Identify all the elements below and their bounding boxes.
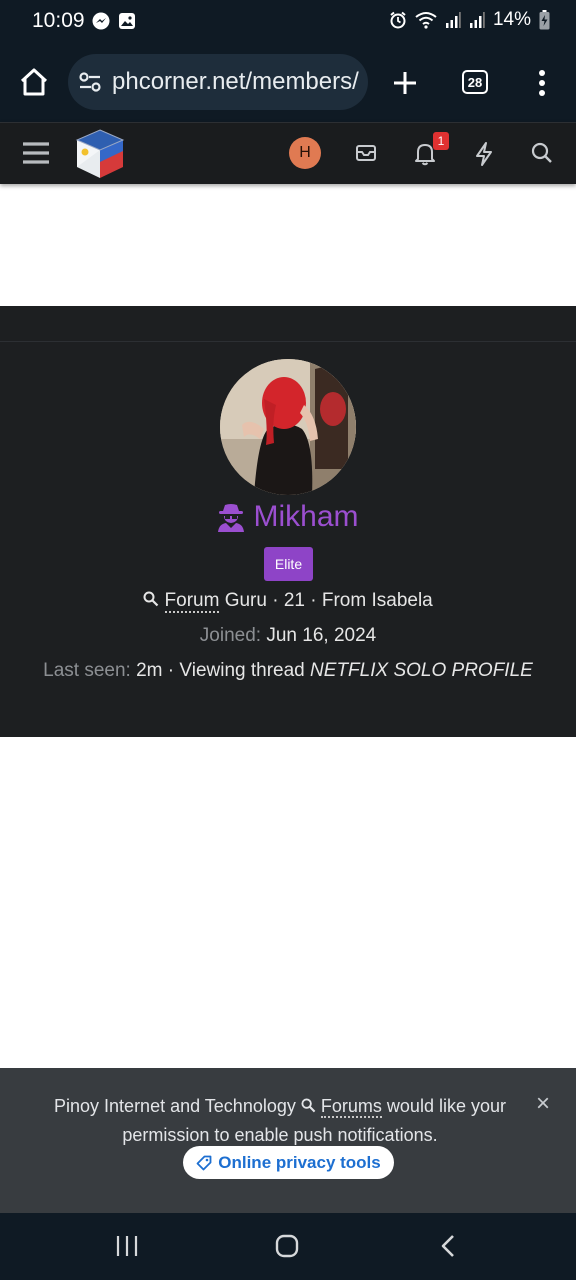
joined-date: Jun 16, 2024 — [266, 625, 377, 646]
activity-text: Viewing thread — [179, 660, 305, 681]
inbox-icon[interactable] — [355, 143, 377, 163]
profile-username[interactable]: Mikham — [253, 500, 358, 534]
push-notification-prompt: Pinoy Internet and Technology Forums wou… — [0, 1068, 576, 1213]
search-icon — [301, 1098, 316, 1113]
user-title-line: Forum Guru · 21 · From Isabela — [0, 590, 576, 613]
site-logo[interactable] — [73, 127, 127, 181]
user-avatar[interactable]: H — [289, 137, 321, 169]
whats-new-bolt-icon[interactable] — [474, 141, 494, 167]
new-tab-icon[interactable] — [392, 70, 418, 96]
user-group-badge: Elite — [264, 547, 313, 581]
signal-icon — [445, 12, 461, 28]
address-bar[interactable]: phcorner.net/members/ — [68, 54, 368, 110]
forum-navbar: H 1 — [0, 122, 576, 184]
online-privacy-tools-button[interactable]: Online privacy tools — [183, 1146, 394, 1179]
more-options-icon[interactable] — [536, 69, 548, 97]
tag-icon — [196, 1155, 212, 1170]
menu-icon[interactable] — [22, 141, 50, 165]
status-app-icons — [92, 12, 136, 30]
close-icon[interactable]: × — [536, 1090, 550, 1118]
joined-label: Joined: — [199, 625, 262, 646]
search-icon — [143, 591, 159, 607]
status-indicators: 14% — [389, 9, 550, 31]
last-seen-label: Last seen: — [43, 660, 131, 681]
push-prompt-text: Pinoy Internet and Technology Forums wou… — [54, 1096, 506, 1145]
forum-link[interactable]: Forum — [164, 590, 220, 613]
site-settings-icon[interactable] — [79, 72, 101, 92]
wifi-icon — [415, 12, 437, 29]
status-time: 10:09 — [32, 9, 85, 32]
profile-banner — [0, 306, 576, 342]
last-seen-line: Last seen: 2m · Viewing thread NETFLIX S… — [43, 660, 533, 681]
home-icon[interactable] — [19, 68, 49, 96]
profile-avatar[interactable] — [220, 359, 356, 495]
user-secret-icon — [218, 504, 245, 532]
battery-percent: 14% — [492, 9, 531, 30]
signal-icon-2 — [469, 12, 485, 28]
back-icon[interactable] — [440, 1234, 456, 1258]
browser-toolbar: phcorner.net/members/ 28 — [0, 42, 576, 122]
battery-charging-icon — [539, 10, 550, 30]
gallery-icon — [119, 13, 135, 29]
avatar-photo — [220, 359, 356, 495]
alarm-icon — [390, 11, 406, 29]
member-profile-card: Mikham Elite Forum Guru · 21 · From Isab… — [0, 342, 576, 737]
user-location: From Isabela — [321, 590, 433, 611]
system-navigation-bar — [0, 1213, 576, 1280]
home-button-icon[interactable] — [275, 1234, 299, 1258]
notification-badge: 1 — [433, 132, 449, 150]
search-icon[interactable] — [531, 142, 553, 164]
joined-line: Joined: Jun 16, 2024 — [0, 625, 576, 647]
tab-switcher-button[interactable]: 28 — [462, 70, 488, 94]
forums-link[interactable]: Forums — [320, 1096, 382, 1118]
messenger-icon — [92, 12, 110, 30]
recent-apps-icon[interactable] — [115, 1235, 139, 1257]
user-title: Guru — [224, 590, 267, 611]
user-age: 21 — [283, 590, 305, 611]
status-bar: 10:09 14% — [0, 0, 576, 42]
url-text[interactable]: phcorner.net/members/ — [112, 68, 359, 96]
username-row: Mikham — [0, 500, 576, 534]
activity-thread-link[interactable]: NETFLIX SOLO PROFILE — [310, 660, 533, 681]
last-seen-value: 2m — [136, 660, 163, 681]
